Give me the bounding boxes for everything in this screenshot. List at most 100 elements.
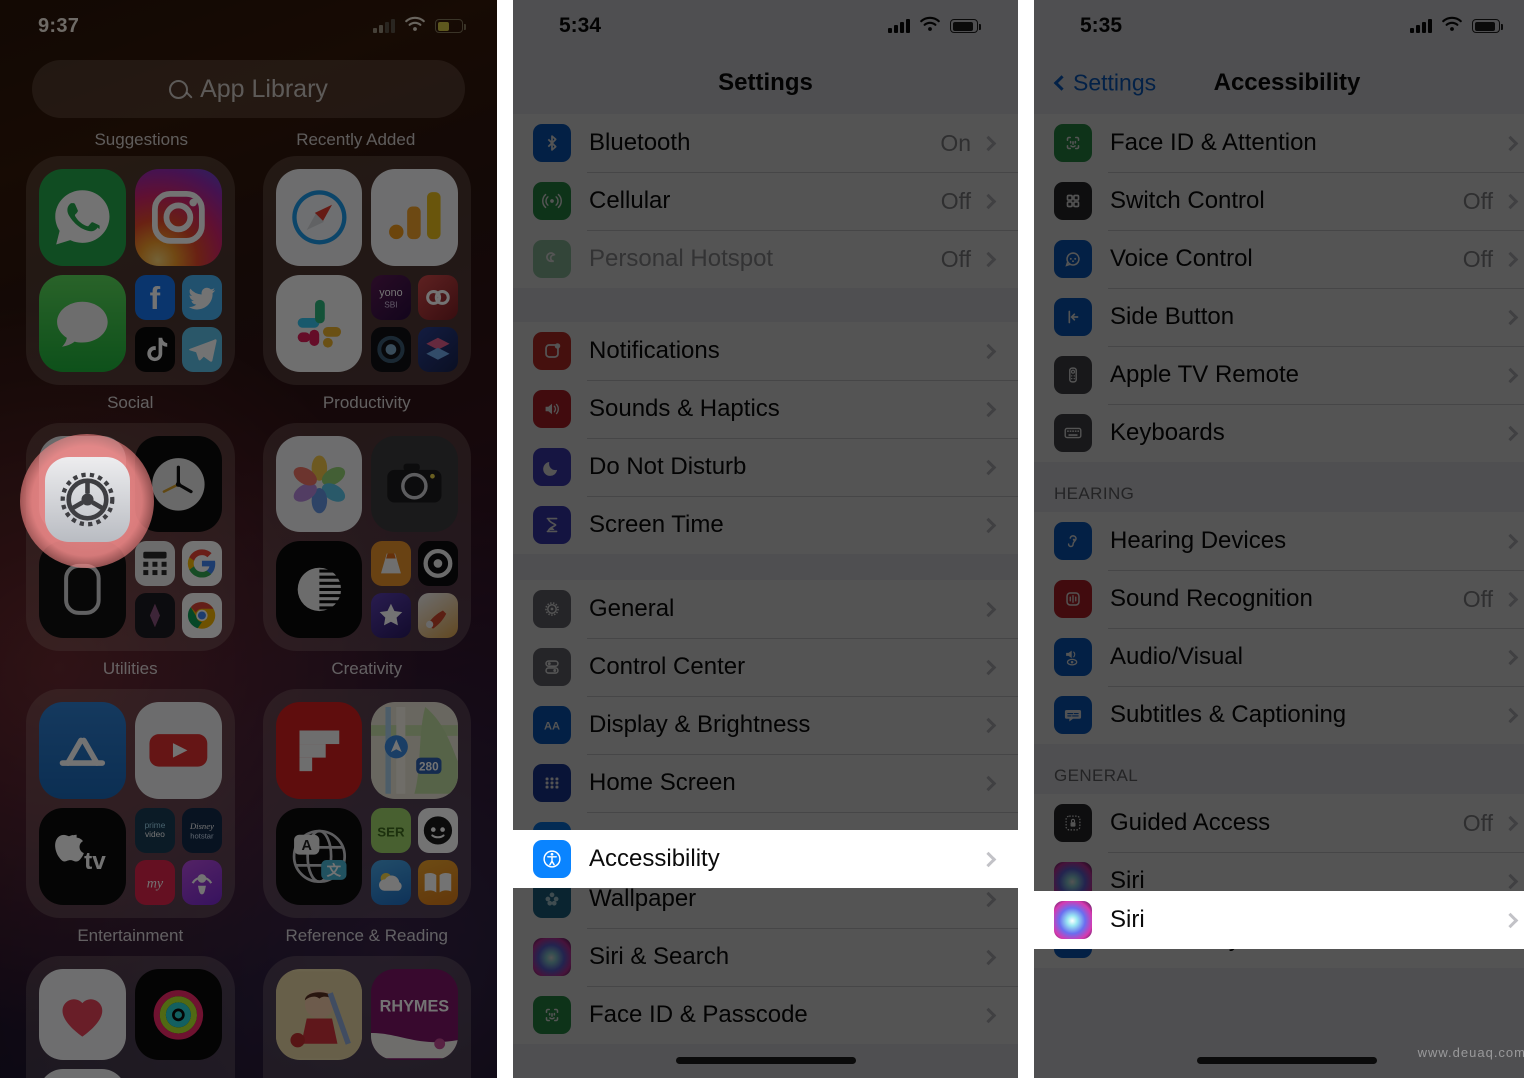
status-time: 5:35 bbox=[1080, 14, 1123, 37]
row-label: Wallpaper bbox=[589, 885, 697, 912]
settings-row-home-screen[interactable]: Home Screen bbox=[513, 754, 1018, 812]
status-time: 5:34 bbox=[559, 14, 602, 37]
settings-group: Bluetooth On Cellular Off Personal Hotsp… bbox=[513, 114, 1018, 288]
accessibility-group: Hearing Devices Sound Recognition Off Au… bbox=[1034, 512, 1524, 744]
settings-row-do-not-disturb[interactable]: Do Not Disturb bbox=[513, 438, 1018, 496]
settings-row-control-center[interactable]: Control Center bbox=[513, 638, 1018, 696]
chevron-right-icon bbox=[1502, 367, 1519, 383]
settings-row-accessibility-highlighted[interactable]: Accessibility bbox=[513, 830, 1018, 888]
chevron-right-icon bbox=[980, 193, 997, 209]
accessibility-row-voice-control[interactable]: Voice Control Off bbox=[1034, 230, 1524, 288]
settings-panel: 5:34 Settings Bluetooth On Cellular Off … bbox=[513, 0, 1018, 1078]
apple-tv-remote-icon bbox=[1054, 356, 1092, 394]
chevron-right-icon bbox=[1502, 591, 1519, 607]
accessibility-row-switch-control[interactable]: Switch Control Off bbox=[1034, 172, 1524, 230]
page-title: Accessibility bbox=[1213, 69, 1361, 96]
settings-row-cellular[interactable]: Cellular Off bbox=[513, 172, 1018, 230]
row-label: Display & Brightness bbox=[589, 711, 811, 738]
app-settings-highlighted[interactable] bbox=[45, 457, 130, 542]
chevron-right-icon bbox=[980, 949, 997, 965]
gear-icon bbox=[533, 590, 571, 628]
signal-bars-icon bbox=[888, 19, 910, 33]
siri-icon bbox=[533, 938, 571, 976]
chevron-right-icon bbox=[1502, 135, 1519, 151]
home-screen-panel: 9:37 bbox=[0, 0, 497, 1078]
chevron-right-icon bbox=[1502, 912, 1519, 928]
chevron-right-icon bbox=[980, 851, 997, 867]
signal-bars-icon bbox=[1410, 19, 1432, 33]
row-value: Off bbox=[1462, 809, 1493, 836]
row-label: Face ID & Passcode bbox=[589, 1001, 808, 1028]
row-label: Guided Access bbox=[1110, 809, 1271, 836]
row-label: Hearing Devices bbox=[1110, 527, 1287, 554]
chevron-right-icon bbox=[1502, 815, 1519, 831]
accessibility-row-keyboards[interactable]: Keyboards bbox=[1034, 404, 1524, 462]
chevron-right-icon bbox=[980, 517, 997, 533]
chevron-right-icon bbox=[980, 251, 997, 267]
home-screen-icon bbox=[533, 764, 571, 802]
chevron-right-icon bbox=[1502, 707, 1519, 723]
row-label: Sounds & Haptics bbox=[589, 395, 780, 422]
row-value: Off bbox=[1462, 187, 1493, 214]
settings-row-sounds-haptics[interactable]: Sounds & Haptics bbox=[513, 380, 1018, 438]
chevron-right-icon bbox=[980, 343, 997, 359]
audio-visual-icon bbox=[1054, 638, 1092, 676]
settings-row-display-brightness[interactable]: AA Display & Brightness bbox=[513, 696, 1018, 754]
home-indicator bbox=[675, 1057, 856, 1064]
chevron-right-icon bbox=[1502, 425, 1519, 441]
keyboard-icon bbox=[1054, 414, 1092, 452]
home-indicator bbox=[1197, 1057, 1377, 1064]
accessibility-row-siri-highlighted[interactable]: Siri bbox=[1034, 891, 1524, 949]
row-label: Siri bbox=[1110, 906, 1145, 933]
chevron-right-icon bbox=[1502, 533, 1519, 549]
row-label: Control Center bbox=[589, 653, 746, 680]
accessibility-row-face-id-attention[interactable]: Face ID & Attention bbox=[1034, 114, 1524, 172]
row-label: General bbox=[589, 595, 675, 622]
settings-row-notifications[interactable]: Notifications bbox=[513, 322, 1018, 380]
chevron-right-icon bbox=[1502, 309, 1519, 325]
chevron-right-icon bbox=[1502, 193, 1519, 209]
sound-recognition-icon bbox=[1054, 580, 1092, 618]
settings-row-bluetooth[interactable]: Bluetooth On bbox=[513, 114, 1018, 172]
hourglass-icon bbox=[533, 506, 571, 544]
accessibility-row-hearing-devices[interactable]: Hearing Devices bbox=[1034, 512, 1524, 570]
chevron-right-icon bbox=[1502, 873, 1519, 889]
row-label: Apple TV Remote bbox=[1110, 361, 1299, 388]
chevron-right-icon bbox=[1502, 649, 1519, 665]
row-value: Off bbox=[1462, 585, 1493, 612]
settings-row-general[interactable]: General bbox=[513, 580, 1018, 638]
bluetooth-icon bbox=[533, 124, 571, 162]
row-label: Side Button bbox=[1110, 303, 1235, 330]
voice-control-icon bbox=[1054, 240, 1092, 278]
accessibility-group: Face ID & Attention Switch Control Off V… bbox=[1034, 114, 1524, 462]
accessibility-row-apple-tv-remote[interactable]: Apple TV Remote bbox=[1034, 346, 1524, 404]
face-id-icon bbox=[1054, 124, 1092, 162]
accessibility-icon bbox=[533, 840, 571, 878]
section-header-general: GENERAL bbox=[1054, 766, 1139, 785]
row-label: Do Not Disturb bbox=[589, 453, 747, 480]
settings-group: Notifications Sounds & Haptics Do Not Di… bbox=[513, 322, 1018, 554]
accessibility-row-subtitles-captioning[interactable]: Subtitles & Captioning bbox=[1034, 686, 1524, 744]
accessibility-row-sound-recognition[interactable]: Sound Recognition Off bbox=[1034, 570, 1524, 628]
accessibility-panel: 5:35 Settings Accessibility Face ID & At… bbox=[1034, 0, 1524, 1078]
row-value: On bbox=[940, 129, 971, 156]
wifi-icon bbox=[1441, 14, 1463, 38]
row-label: Switch Control bbox=[1110, 187, 1265, 214]
settings-row-screen-time[interactable]: Screen Time bbox=[513, 496, 1018, 554]
back-button-label: Settings bbox=[1073, 69, 1157, 96]
back-button[interactable]: Settings bbox=[1053, 69, 1157, 97]
settings-row-siri-search[interactable]: Siri & Search bbox=[513, 928, 1018, 986]
row-label: Sound Recognition bbox=[1110, 585, 1313, 612]
chevron-right-icon bbox=[980, 601, 997, 617]
row-label: Subtitles & Captioning bbox=[1110, 701, 1347, 728]
accessibility-row-audio-visual[interactable]: Audio/Visual bbox=[1034, 628, 1524, 686]
accessibility-row-guided-access[interactable]: Guided Access Off bbox=[1034, 794, 1524, 852]
row-value: Off bbox=[1462, 245, 1493, 272]
settings-row-personal-hotspot[interactable]: Personal Hotspot Off bbox=[513, 230, 1018, 288]
row-label: Home Screen bbox=[589, 769, 736, 796]
accessibility-row-side-button[interactable]: Side Button bbox=[1034, 288, 1524, 346]
settings-row-face-id-passcode[interactable]: Face ID & Passcode bbox=[513, 986, 1018, 1044]
row-value: Off bbox=[940, 245, 971, 272]
row-label: Siri & Search bbox=[589, 943, 730, 970]
wifi-icon bbox=[919, 14, 941, 38]
